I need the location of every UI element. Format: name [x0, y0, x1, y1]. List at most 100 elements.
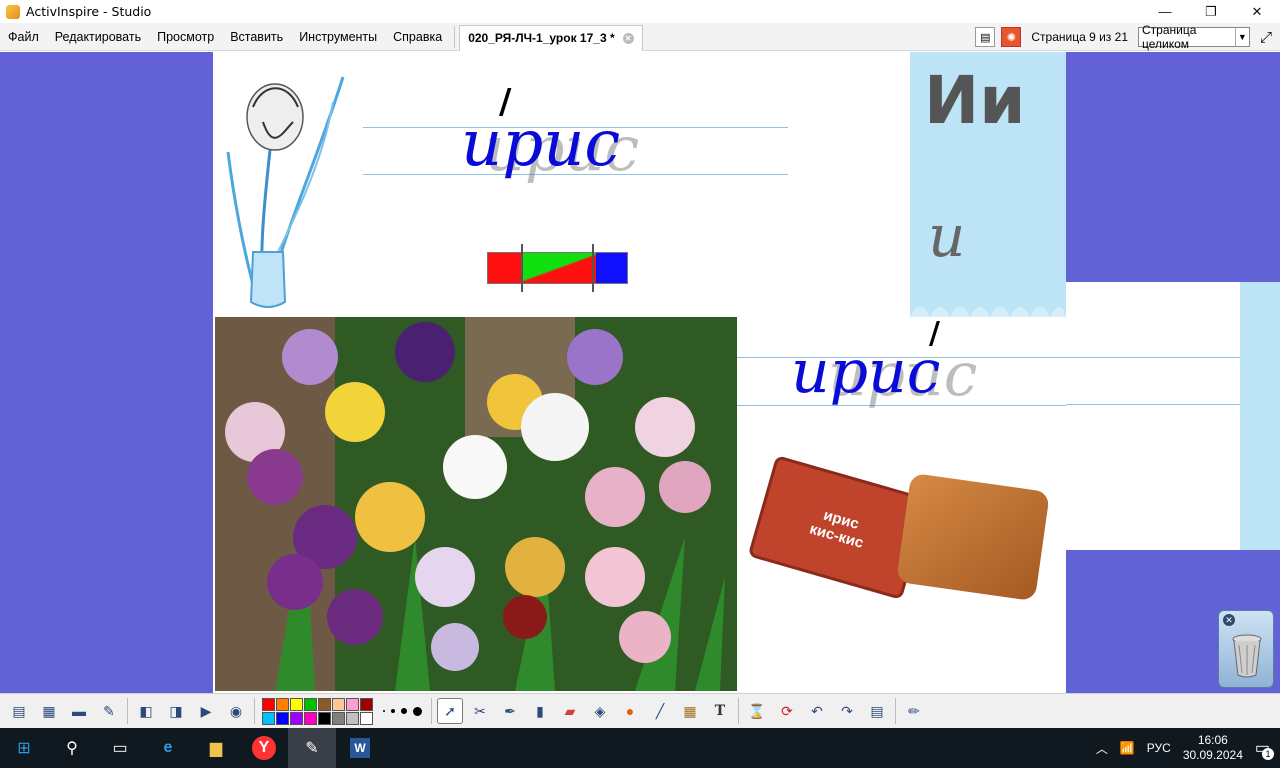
document-tab[interactable]: 020_РЯ-ЛЧ-1_урок 17_3 * ✕ — [459, 24, 643, 51]
connector-icon[interactable]: ╱ — [647, 698, 673, 724]
menu-file[interactable]: Файл — [0, 23, 47, 51]
main-toolbar: ▤ ▦ ▬ ✎ ◧ ◨ ▶ ◉ ➚ ✂ ✒ ▮ ▰ ◈ ● ╱ ▦ T ⌛ ⟳ … — [0, 693, 1280, 728]
activinspire-taskbar-icon[interactable]: ✎ — [288, 728, 336, 768]
color-swatch-purple[interactable] — [290, 711, 303, 725]
pen-width-selector — [383, 706, 422, 716]
scheme-split-block — [522, 253, 596, 283]
candy-piece — [896, 472, 1050, 602]
page-thumbnail-icon[interactable]: ✺ — [1001, 27, 1022, 47]
flipchart-page: ирис ирис / Ии и ирис ирис / ирис кис-ки… — [213, 52, 1117, 693]
pen-width-4[interactable] — [413, 706, 422, 716]
wifi-icon[interactable]: 📶 — [1120, 741, 1135, 755]
fill-icon[interactable]: ◈ — [587, 698, 613, 724]
color-swatch-black[interactable] — [318, 711, 331, 725]
tools-icon[interactable]: ✂ — [467, 698, 493, 724]
text-tool-icon[interactable]: T — [707, 698, 733, 724]
candy-image: ирис кис-кис — [747, 454, 1053, 617]
page-counter: Страница 9 из 21 — [1031, 30, 1128, 44]
scheme-red-block — [488, 253, 522, 283]
color-swatch-pink[interactable] — [346, 697, 359, 711]
shape-icon[interactable]: ● — [617, 698, 643, 724]
minimize-button[interactable]: — — [1142, 0, 1188, 23]
zoom-select[interactable]: Страница целиком ▼ — [1138, 23, 1250, 51]
menu-insert[interactable]: Вставить — [222, 23, 291, 51]
menu-help[interactable]: Справка — [385, 23, 450, 51]
pen-icon[interactable]: ✒ — [497, 698, 523, 724]
yandex-browser-icon[interactable]: Y — [240, 728, 288, 768]
language-indicator[interactable]: РУС — [1147, 741, 1171, 755]
chevron-up-icon[interactable]: ︿ — [1096, 740, 1108, 757]
menu-view[interactable]: Просмотр — [149, 23, 222, 51]
color-swatch-magenta[interactable] — [304, 711, 317, 725]
next-page-icon[interactable]: ◨ — [163, 698, 189, 724]
trash-can[interactable]: ✕ — [1218, 610, 1274, 688]
window-controls: — ❐ ✕ — [1142, 0, 1280, 23]
web-browser-icon[interactable]: ◉ — [223, 698, 249, 724]
menu-edit[interactable]: Редактировать — [47, 23, 149, 51]
pen-width-2[interactable] — [391, 709, 395, 713]
color-swatch-silver[interactable] — [346, 711, 359, 725]
color-swatch-gray[interactable] — [332, 711, 345, 725]
menu-tools[interactable]: Инструменты — [291, 23, 385, 51]
color-palette — [262, 697, 373, 725]
color-swatch-white[interactable] — [360, 711, 373, 725]
customize-toolbar-icon[interactable]: ✏ — [901, 698, 927, 724]
pen-width-1[interactable] — [383, 710, 385, 712]
close-tab-icon[interactable]: ✕ — [622, 32, 634, 44]
window-title: ActivInspire - Studio — [26, 4, 152, 19]
word-iris-handwritten[interactable]: ирис — [461, 107, 620, 181]
color-swatch-red[interactable] — [262, 697, 275, 711]
page-browser-icon[interactable]: ▤ — [975, 27, 996, 47]
close-icon[interactable]: ✕ — [1223, 614, 1235, 626]
color-swatch-green[interactable] — [304, 697, 317, 711]
restore-button[interactable]: ❐ — [1188, 0, 1234, 23]
toolbar-divider — [127, 698, 128, 724]
highlighter-icon[interactable]: ▮ — [527, 698, 553, 724]
letter-card: Ии и — [910, 52, 1066, 317]
letter-cursive-sample: и — [928, 202, 966, 270]
color-swatch-blue[interactable] — [276, 711, 289, 725]
tools-settings-icon[interactable]: ✎ — [96, 698, 122, 724]
stress-mark-right[interactable]: / — [929, 316, 940, 351]
task-view-icon[interactable]: ▭ — [96, 728, 144, 768]
color-swatch-yellow[interactable] — [290, 697, 303, 711]
color-swatch-cyan[interactable] — [262, 711, 275, 725]
undo-icon[interactable]: ↶ — [804, 698, 830, 724]
clock[interactable]: 16:06 30.09.2024 — [1183, 733, 1243, 763]
browsers-icon[interactable]: ▦ — [36, 698, 62, 724]
flipchart-canvas[interactable]: ирис ирис / Ии и ирис ирис / ирис кис-ки… — [0, 52, 1280, 693]
menu-divider — [454, 25, 456, 48]
stress-mark[interactable]: / — [499, 82, 511, 122]
color-swatch-darkred[interactable] — [360, 697, 373, 711]
guide-line — [1066, 357, 1240, 358]
document-tab-label: 020_РЯ-ЛЧ-1_урок 17_3 * — [468, 31, 615, 45]
clear-icon[interactable]: ⌛ — [744, 698, 770, 724]
redo-icon[interactable]: ↷ — [834, 698, 860, 724]
toolbar-divider — [431, 698, 432, 724]
color-swatch-brown[interactable] — [318, 697, 331, 711]
fullscreen-icon[interactable]: ⤢ — [1256, 27, 1276, 47]
trash-icon — [1232, 634, 1262, 678]
pen-width-3[interactable] — [401, 708, 407, 714]
clock-time: 16:06 — [1197, 733, 1228, 747]
edge-browser-icon[interactable]: e — [144, 728, 192, 768]
color-swatch-peach[interactable] — [332, 697, 345, 711]
word-iris-handwritten-right[interactable]: ирис — [791, 337, 940, 407]
reset-page-icon[interactable]: ⟳ — [774, 698, 800, 724]
sound-scheme[interactable] — [487, 252, 628, 284]
main-menu-icon[interactable]: ▤ — [6, 698, 32, 724]
color-swatch-orange[interactable] — [276, 697, 289, 711]
desktop-annotate-icon[interactable]: ▬ — [66, 698, 92, 724]
search-icon[interactable]: ⚲ — [48, 728, 96, 768]
close-button[interactable]: ✕ — [1234, 0, 1280, 23]
clip-icon[interactable]: ▦ — [677, 698, 703, 724]
select-tool-icon[interactable]: ➚ — [437, 698, 463, 724]
start-windows-icon[interactable]: ⊞ — [0, 728, 48, 768]
previous-page-icon[interactable]: ◧ — [133, 698, 159, 724]
play-icon[interactable]: ▶ — [193, 698, 219, 724]
eraser-icon[interactable]: ▰ — [557, 698, 583, 724]
page-notes-icon[interactable]: ▤ — [864, 698, 890, 724]
word-icon[interactable]: W — [336, 728, 384, 768]
notifications-icon[interactable]: ▭ 1 — [1255, 738, 1274, 760]
file-explorer-icon[interactable]: ▆ — [192, 728, 240, 768]
